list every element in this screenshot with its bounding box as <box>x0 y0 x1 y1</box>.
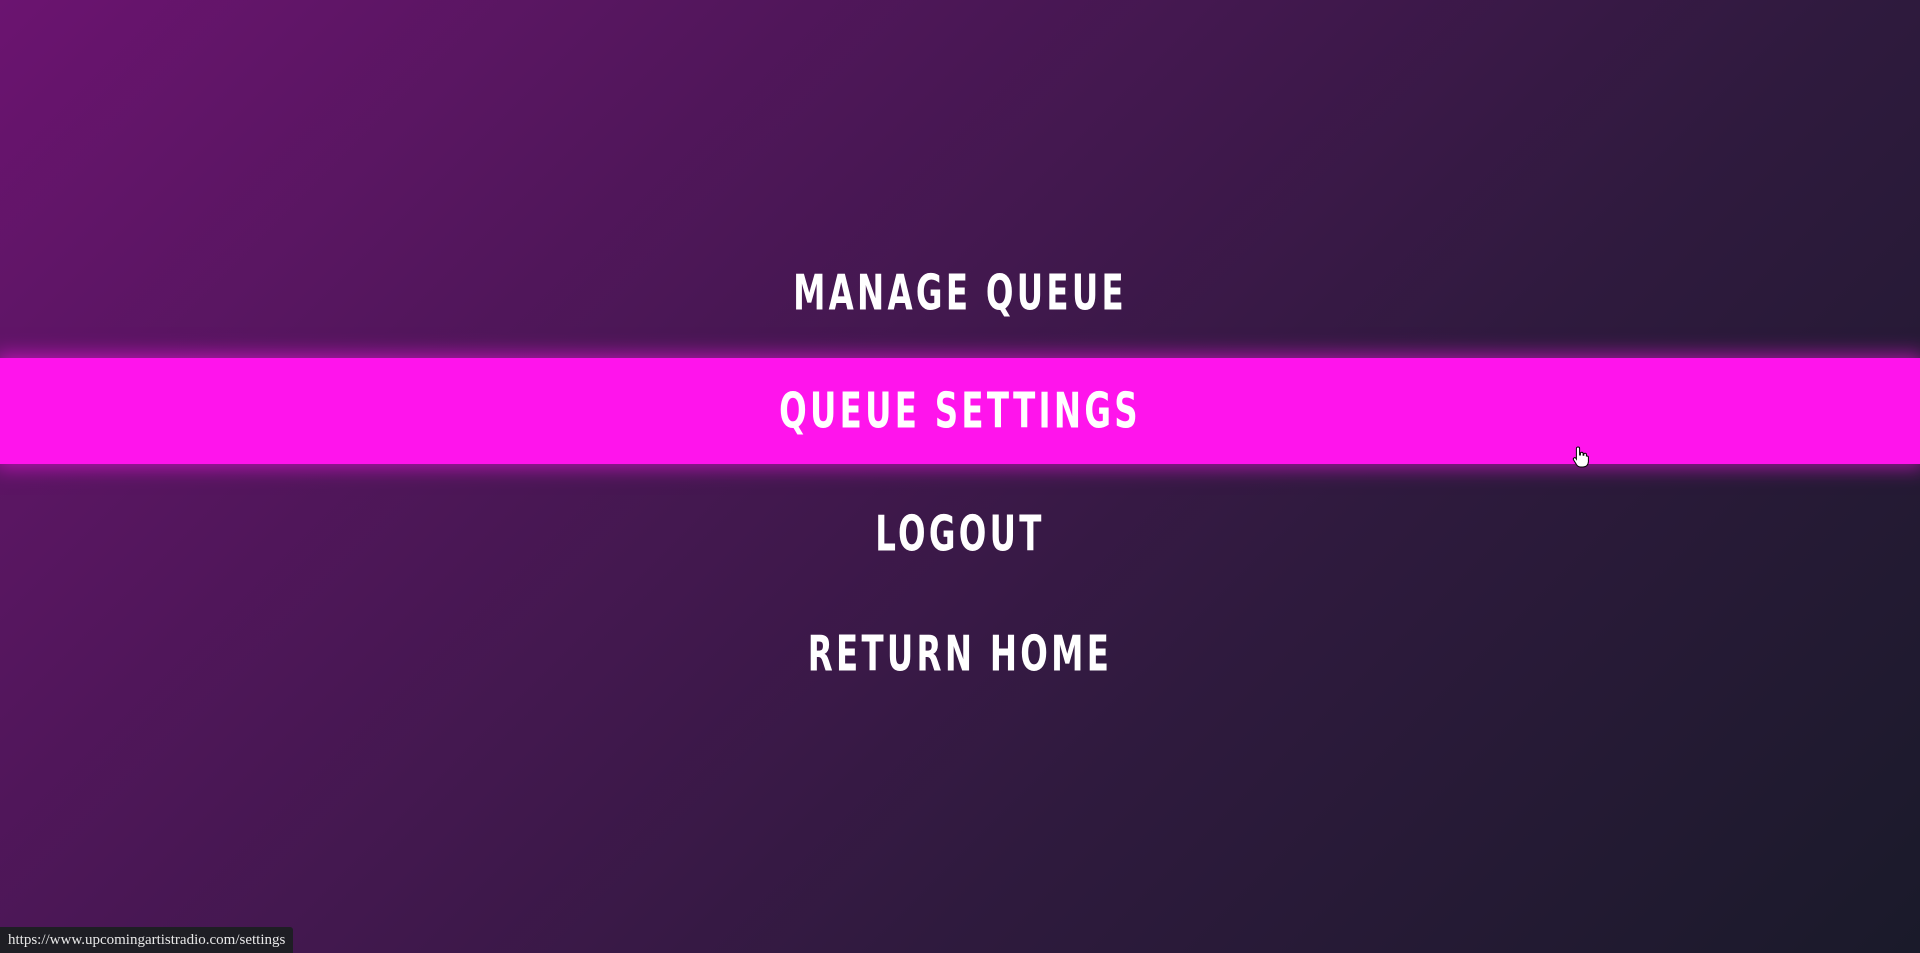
queue-settings-label: QUEUE SETTINGS <box>779 382 1141 440</box>
hand-pointer-icon <box>1572 446 1589 468</box>
manage-queue-link[interactable]: MANAGE QUEUE <box>173 258 1747 328</box>
return-home-link[interactable]: RETURN HOME <box>173 618 1747 690</box>
logout-link[interactable]: LOGOUT <box>173 498 1747 570</box>
return-home-label: RETURN HOME <box>807 625 1113 683</box>
main-menu: MANAGE QUEUE QUEUE SETTINGS LOGOUT RETUR… <box>0 0 1920 953</box>
logout-label: LOGOUT <box>875 505 1045 563</box>
manage-queue-label: MANAGE QUEUE <box>793 264 1127 322</box>
queue-settings-link[interactable]: QUEUE SETTINGS <box>173 358 1747 464</box>
status-bar-url: https://www.upcomingartistradio.com/sett… <box>0 927 294 953</box>
